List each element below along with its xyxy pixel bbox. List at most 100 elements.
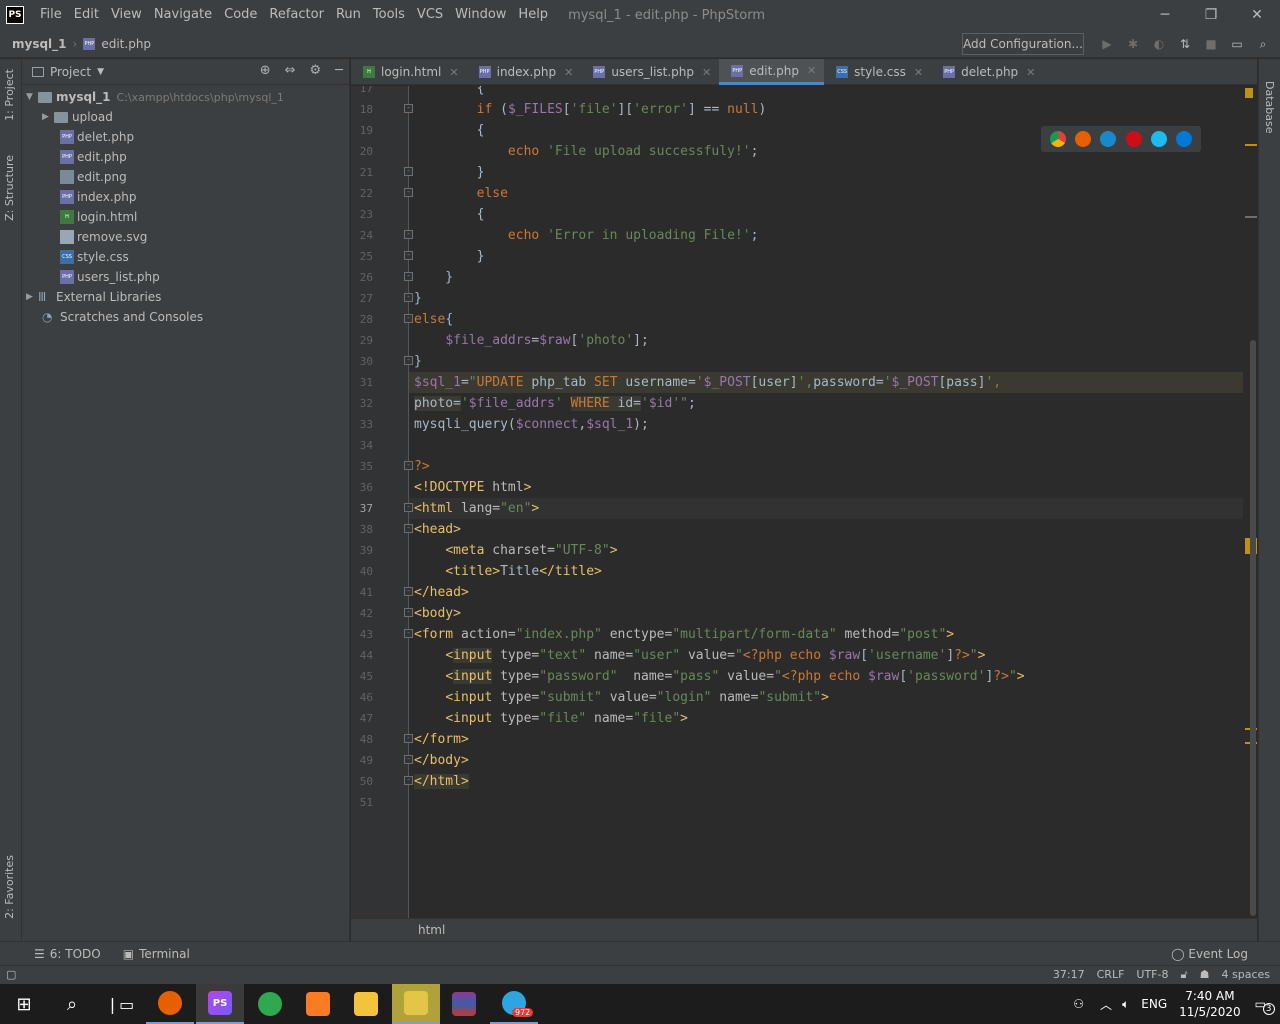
volume-icon[interactable]: 🔈︎: [1122, 997, 1129, 1012]
safari-icon[interactable]: [1100, 131, 1117, 147]
project-tool-tab[interactable]: 1: Project: [3, 69, 16, 121]
terminal-tool-button[interactable]: ▣ Terminal: [123, 947, 190, 961]
collapse-all-icon[interactable]: ⇔: [285, 63, 296, 78]
favorites-tool-tab[interactable]: 2: Favorites: [3, 855, 16, 919]
fold-marker-icon[interactable]: -: [404, 188, 413, 197]
menu-help[interactable]: Help: [512, 0, 554, 30]
taskbar-app-green[interactable]: [246, 984, 294, 1024]
taskbar-phpstorm[interactable]: PS: [196, 984, 244, 1024]
caret-position[interactable]: 37:17: [1053, 968, 1085, 982]
layout-icon[interactable]: ▭: [1224, 37, 1250, 51]
search-icon[interactable]: ⌕: [1250, 37, 1276, 52]
coverage-icon[interactable]: ◐: [1146, 37, 1172, 51]
profile-icon[interactable]: ⇅: [1172, 37, 1198, 51]
task-view-button[interactable]: ❘▭: [96, 984, 144, 1024]
tree-file[interactable]: edit.png: [22, 167, 350, 187]
menu-edit[interactable]: Edit: [68, 0, 105, 30]
tab-style-css[interactable]: CSS style.css ✕: [824, 59, 931, 85]
taskbar-winrar[interactable]: [440, 984, 488, 1024]
gear-icon[interactable]: ⚙: [310, 63, 322, 78]
taskbar-file-explorer[interactable]: [342, 984, 390, 1024]
menu-view[interactable]: View: [105, 0, 148, 30]
error-stripe[interactable]: [1243, 86, 1257, 918]
close-tab-icon[interactable]: ✕: [449, 66, 458, 79]
expanded-arrow-icon[interactable]: ▼: [26, 92, 38, 102]
fold-marker-icon[interactable]: -: [404, 608, 413, 617]
menu-window[interactable]: Window: [449, 0, 512, 30]
tab-delet-php[interactable]: PHP delet.php ✕: [931, 59, 1043, 85]
menu-run[interactable]: Run: [330, 0, 367, 30]
file-encoding[interactable]: UTF-8: [1136, 968, 1168, 982]
locate-icon[interactable]: ⊕: [260, 63, 271, 78]
chrome-icon[interactable]: [1049, 131, 1066, 147]
close-tab-icon[interactable]: ✕: [807, 64, 816, 77]
fold-marker-icon[interactable]: -: [404, 461, 413, 470]
tree-file[interactable]: H login.html: [22, 207, 350, 227]
fold-marker-icon[interactable]: -: [404, 356, 413, 365]
close-tab-icon[interactable]: ✕: [702, 66, 711, 79]
chevron-up-icon[interactable]: ︿: [1100, 996, 1112, 1013]
edge-icon[interactable]: [1176, 131, 1193, 147]
fold-marker-icon[interactable]: -: [404, 293, 413, 302]
fold-marker-icon[interactable]: -: [404, 272, 413, 281]
database-tool-tab[interactable]: Database: [1263, 81, 1276, 134]
fold-marker-icon[interactable]: -: [404, 776, 413, 785]
fold-marker-icon[interactable]: -: [404, 314, 413, 323]
taskbar-search-button[interactable]: ⌕: [48, 984, 96, 1024]
debug-icon[interactable]: ✱: [1120, 37, 1146, 51]
editor-breadcrumb[interactable]: html: [351, 918, 1257, 941]
fold-marker-icon[interactable]: -: [404, 587, 413, 596]
stop-icon[interactable]: ■: [1198, 37, 1224, 51]
tree-file[interactable]: PHP index.php: [22, 187, 350, 207]
fold-marker-icon[interactable]: -: [404, 734, 413, 743]
action-center-icon[interactable]: ▭ 3: [1255, 997, 1275, 1015]
taskbar-firefox[interactable]: [146, 984, 194, 1024]
tree-file[interactable]: PHP delet.php: [22, 127, 350, 147]
tree-scratches[interactable]: ◔ Scratches and Consoles: [22, 307, 350, 327]
windows-start-button[interactable]: ⊞: [0, 984, 48, 1024]
language-indicator[interactable]: ENG: [1141, 997, 1167, 1011]
line-separator[interactable]: CRLF: [1097, 968, 1125, 982]
fold-marker-icon[interactable]: -: [404, 230, 413, 239]
breadcrumb-project[interactable]: mysql_1: [12, 37, 67, 51]
toggle-tool-windows-icon[interactable]: ▢: [6, 968, 16, 981]
info-marker[interactable]: [1245, 216, 1257, 218]
minimize-icon[interactable]: ─: [1142, 0, 1188, 30]
structure-tool-tab[interactable]: Z: Structure: [3, 155, 16, 221]
tree-file[interactable]: PHP users_list.php: [22, 267, 350, 287]
restore-icon[interactable]: ❐: [1188, 0, 1234, 30]
menu-refactor[interactable]: Refactor: [263, 0, 330, 30]
tree-external-libraries[interactable]: ▶ Ⅲ External Libraries: [22, 287, 350, 307]
collapsed-arrow-icon[interactable]: ▶: [42, 112, 54, 122]
close-tab-icon[interactable]: ✕: [564, 66, 573, 79]
menu-tools[interactable]: Tools: [367, 0, 411, 30]
lock-icon[interactable]: 🔓︎: [1180, 968, 1187, 982]
fold-marker-icon[interactable]: -: [404, 503, 413, 512]
close-tab-icon[interactable]: ✕: [914, 66, 923, 79]
close-icon[interactable]: ✕: [1234, 0, 1280, 30]
tab-users-list-php[interactable]: PHP users_list.php ✕: [581, 59, 719, 85]
firefox-icon[interactable]: [1074, 131, 1091, 147]
tree-folder-upload[interactable]: ▶ upload: [22, 107, 350, 127]
tree-file[interactable]: CSS style.css: [22, 247, 350, 267]
breadcrumb-file[interactable]: edit.php: [101, 37, 151, 51]
chevron-down-icon[interactable]: ▼: [97, 67, 104, 77]
menu-vcs[interactable]: VCS: [411, 0, 449, 30]
warning-marker[interactable]: [1245, 88, 1253, 98]
menu-file[interactable]: File: [34, 0, 68, 30]
clock[interactable]: 7:40 AM 11/5/2020: [1179, 988, 1241, 1020]
taskbar-xampp[interactable]: [294, 984, 342, 1024]
collapsed-arrow-icon[interactable]: ▶: [26, 292, 38, 302]
fold-marker-icon[interactable]: -: [404, 251, 413, 260]
inspector-icon[interactable]: ☗: [1200, 968, 1210, 982]
fold-marker-icon[interactable]: -: [404, 524, 413, 533]
opera-icon[interactable]: [1125, 131, 1142, 147]
tree-root[interactable]: ▼ mysql_1 C:\xampp\htdocs\php\mysql_1: [22, 87, 350, 107]
close-tab-icon[interactable]: ✕: [1026, 66, 1035, 79]
vertical-scrollbar[interactable]: [1250, 340, 1256, 916]
warning-marker[interactable]: [1245, 144, 1257, 146]
taskbar-telegram[interactable]: 972: [490, 984, 538, 1024]
taskbar-app-yellow[interactable]: [392, 984, 440, 1024]
fold-marker-icon[interactable]: -: [404, 629, 413, 638]
tab-edit-php[interactable]: PHP edit.php ✕: [719, 59, 825, 85]
